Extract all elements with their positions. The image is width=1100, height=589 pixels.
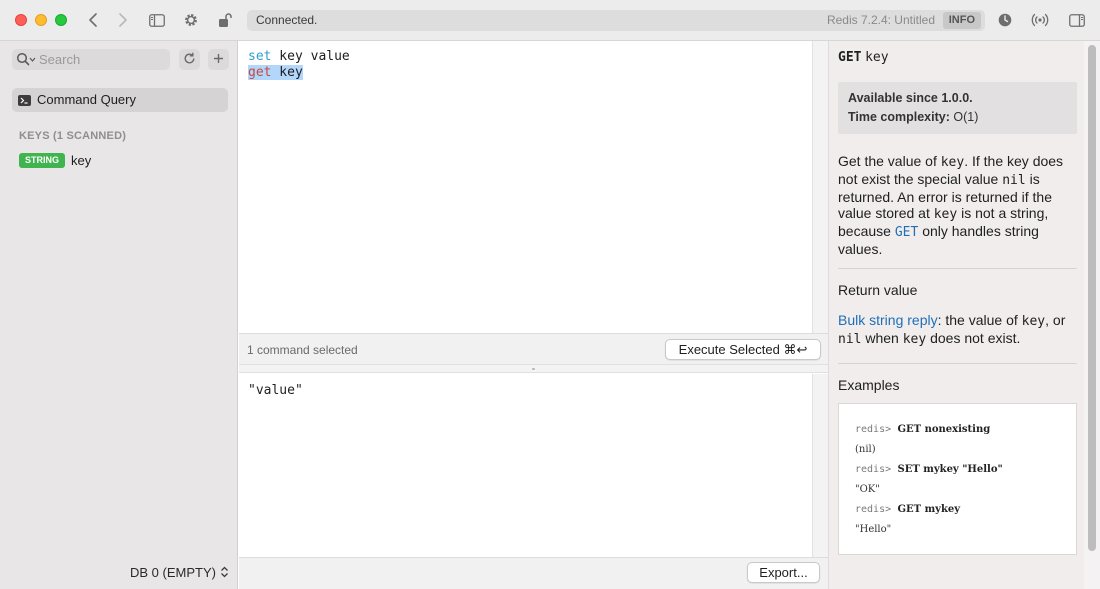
command-summary: Get the value of key. If the key does no… [838,153,1064,257]
plus-icon [213,52,224,67]
add-key-button[interactable] [208,49,229,70]
type-badge: STRING [19,153,66,168]
search-input[interactable]: Search [12,49,170,70]
export-button[interactable]: Export... [747,562,820,583]
result-panel: "value" [239,374,812,557]
execute-selected-button[interactable]: Execute Selected ⌘↩ [665,339,821,360]
refresh-button[interactable] [179,49,200,70]
refresh-icon [183,52,196,68]
divider [838,268,1077,269]
result-output: "value" [248,383,303,398]
get-command-link: GET [894,225,919,240]
doc-title: GET key [838,50,889,65]
divider [838,363,1077,364]
examples-heading: Examples [838,377,900,393]
terminal-icon [18,94,31,109]
key-name: key [71,153,92,168]
zoom-window-button[interactable] [55,14,67,26]
key-list-item[interactable]: STRING key [19,153,219,169]
example-line: redis> GET nonexisting [855,424,991,435]
editor-line-selected: get key [248,65,303,80]
connection-status: Connected. [256,13,318,27]
toolbar: Connected. Redis 7.2.4: Untitled INFO [0,0,1100,41]
minimize-window-button[interactable] [35,14,47,26]
back-icon[interactable] [83,10,103,30]
example-output: (nil) [855,444,876,455]
close-window-button[interactable] [15,14,27,26]
available-since: Available since 1.0.0. [848,91,973,105]
chevron-updown-icon [220,566,229,581]
search-placeholder: Search [39,52,81,67]
return-value-text: Bulk string reply: the value of key, or … [838,312,1066,347]
database-label: DB 0 (EMPTY) [130,565,216,580]
examples-console: redis> GET nonexisting (nil) redis> SET … [838,403,1077,555]
example-line: redis> GET mykey [855,504,961,515]
doc-scrollbar[interactable] [1084,41,1100,589]
search-icon [16,52,36,70]
selection-status: 1 command selected [247,343,358,357]
sidebar-item-label: Command Query [37,92,136,107]
sidebar-item-command-query[interactable]: Command Query [12,88,228,112]
return-value-heading: Return value [838,282,918,298]
bulk-string-reply-link[interactable]: Bulk string reply [838,312,938,328]
example-output: "Hello" [855,524,892,535]
doc-scroll-thumb[interactable] [1088,45,1096,551]
editor-scrollbar[interactable] [812,41,828,333]
editor-line: set key value [248,49,350,64]
split-view-handle[interactable] [239,365,828,373]
example-output: "OK" [855,484,880,495]
execute-bar: 1 command selected Execute Selected ⌘↩ [239,333,828,365]
sidebar: Search Command Query KEYS (1 SCANNED) ST… [0,41,238,589]
unlock-icon[interactable] [215,10,235,30]
keys-heading: KEYS (1 SCANNED) [19,130,127,142]
database-selector[interactable]: DB 0 (EMPTY) [130,565,229,580]
history-icon[interactable] [995,10,1015,30]
connection-status-bar: Connected. Redis 7.2.4: Untitled INFO [247,10,985,31]
info-button[interactable]: INFO [942,12,981,29]
example-line: redis> SET mykey "Hello" [855,464,1003,475]
forward-icon[interactable] [113,10,133,30]
inspector-toggle-icon[interactable] [1067,10,1087,30]
gear-icon[interactable] [181,10,201,30]
command-metadata: Available since 1.0.0. Time complexity: … [838,82,1077,134]
command-documentation: GET key Available since 1.0.0. Time comp… [828,41,1100,589]
server-info: Redis 7.2.4: Untitled [826,13,935,27]
broadcast-icon[interactable] [1030,10,1050,30]
result-scrollbar[interactable] [812,374,828,557]
drag-handle-dot [532,368,535,370]
sidebar-toggle-icon[interactable] [147,10,167,30]
export-bar: Export... [239,557,828,589]
time-complexity: Time complexity: O(1) [848,110,979,124]
query-editor[interactable]: set key value get key [239,41,812,333]
